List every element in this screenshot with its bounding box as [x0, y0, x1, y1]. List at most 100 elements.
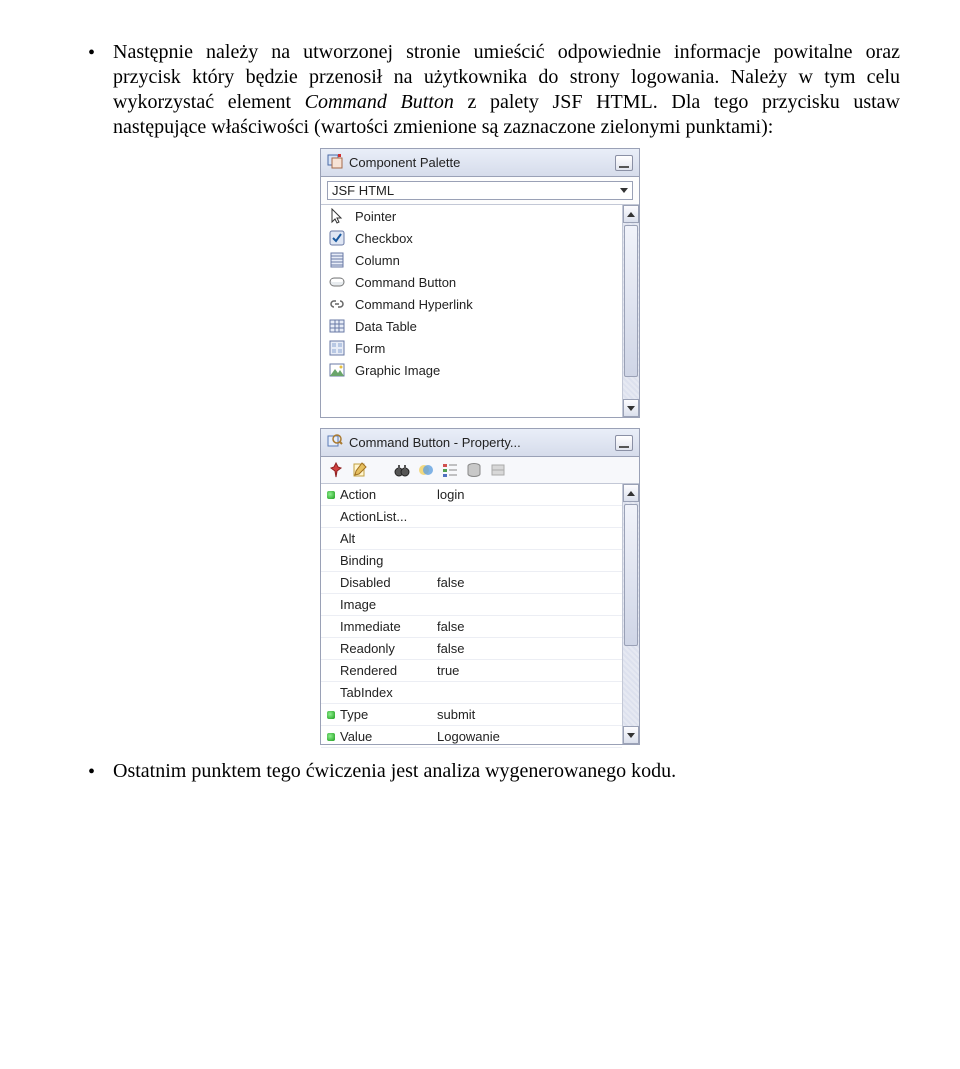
image-icon: [329, 362, 345, 378]
property-name-label: Value: [340, 729, 372, 744]
database-icon[interactable]: [465, 461, 483, 479]
marker-placeholder: [327, 579, 335, 587]
bullet-marker: •: [88, 40, 95, 66]
property-value-cell[interactable]: true: [431, 660, 622, 682]
palette-item-label: Column: [355, 253, 400, 268]
marker-placeholder: [327, 513, 335, 521]
scroll-down-button[interactable]: [623, 726, 639, 744]
minimize-icon[interactable]: [615, 155, 633, 171]
button-icon: [329, 274, 345, 290]
property-inspector-panel: Command Button - Property... Actionlogin…: [320, 428, 640, 745]
palette-category-dropdown[interactable]: JSF HTML: [327, 181, 633, 200]
property-value-cell[interactable]: [431, 682, 622, 704]
property-name-label: Image: [340, 597, 376, 612]
palette-titlebar[interactable]: Component Palette: [321, 149, 639, 177]
property-value-cell[interactable]: false: [431, 572, 622, 594]
palette-item-checkbox[interactable]: Checkbox: [321, 227, 622, 249]
property-name-label: Readonly: [340, 641, 395, 656]
property-name-cell[interactable]: Type: [321, 704, 431, 726]
palette-list: Pointer Checkbox Column Command Button C…: [321, 205, 622, 417]
changed-marker-icon: [327, 491, 335, 499]
property-name-cell[interactable]: Action: [321, 484, 431, 506]
bullet-point-1: • Następnie należy na utworzonej stronie…: [60, 40, 900, 140]
palette-item-label: Checkbox: [355, 231, 413, 246]
property-name-cell[interactable]: Disabled: [321, 572, 431, 594]
arrow-up-icon: [627, 491, 635, 496]
changed-marker-icon: [327, 711, 335, 719]
scroll-up-button[interactable]: [623, 205, 639, 223]
property-titlebar[interactable]: Command Button - Property...: [321, 429, 639, 457]
palette-item-command-button[interactable]: Command Button: [321, 271, 622, 293]
palette-category-row: JSF HTML: [321, 177, 639, 205]
bullet-marker: •: [88, 759, 95, 785]
binoculars-icon[interactable]: [393, 461, 411, 479]
palette-item-column[interactable]: Column: [321, 249, 622, 271]
property-value-cell[interactable]: [431, 550, 622, 572]
paragraph-1: Następnie należy na utworzonej stronie u…: [113, 40, 900, 140]
freeze-icon[interactable]: [489, 461, 507, 479]
scroll-track[interactable]: [623, 223, 639, 399]
toolbar-separator: [375, 461, 387, 479]
palette-scrollbar[interactable]: [622, 205, 639, 417]
property-name-cell[interactable]: Value: [321, 726, 431, 748]
property-value-cell[interactable]: Logowanie: [431, 726, 622, 748]
property-value-cell[interactable]: [431, 528, 622, 550]
property-area: Actionlogin ActionList... Alt Binding Disabl…: [321, 484, 639, 744]
marker-placeholder: [327, 667, 335, 675]
column-icon: [329, 252, 345, 268]
property-name-label: Binding: [340, 553, 383, 568]
scroll-thumb[interactable]: [624, 504, 638, 646]
property-name-cell[interactable]: Readonly: [321, 638, 431, 660]
palette-item-data-table[interactable]: Data Table: [321, 315, 622, 337]
property-value-cell[interactable]: [431, 594, 622, 616]
palette-item-graphic-image[interactable]: Graphic Image: [321, 359, 622, 381]
property-name-label: Disabled: [340, 575, 391, 590]
marker-placeholder: [327, 557, 335, 565]
property-value-cell[interactable]: login: [431, 484, 622, 506]
palette-icon: [327, 153, 343, 172]
paragraph-2: Ostatnim punktem tego ćwiczenia jest ana…: [113, 759, 676, 784]
property-value-cell[interactable]: false: [431, 616, 622, 638]
property-scrollbar[interactable]: [622, 484, 639, 744]
property-name-cell[interactable]: Image: [321, 594, 431, 616]
chevron-down-icon: [620, 188, 628, 193]
marker-placeholder: [327, 689, 335, 697]
edit-icon[interactable]: [351, 461, 369, 479]
palette-list-area: Pointer Checkbox Column Command Button C…: [321, 205, 639, 417]
minimize-icon[interactable]: [615, 435, 633, 451]
union-icon[interactable]: [417, 461, 435, 479]
property-name-cell[interactable]: Binding: [321, 550, 431, 572]
property-toolbar: [321, 457, 639, 484]
property-name-cell[interactable]: Alt: [321, 528, 431, 550]
palette-category-value: JSF HTML: [332, 183, 394, 198]
palette-item-form[interactable]: Form: [321, 337, 622, 359]
palette-title: Component Palette: [349, 155, 609, 170]
property-name-cell[interactable]: ActionList...: [321, 506, 431, 528]
pin-icon[interactable]: [327, 461, 345, 479]
ide-panels: Component Palette JSF HTML Pointer Check…: [320, 148, 640, 745]
property-name-label: Immediate: [340, 619, 401, 634]
checkbox-icon: [329, 230, 345, 246]
scroll-up-button[interactable]: [623, 484, 639, 502]
marker-placeholder: [327, 623, 335, 631]
categorize-icon[interactable]: [441, 461, 459, 479]
property-name-cell[interactable]: TabIndex: [321, 682, 431, 704]
palette-item-command-hyperlink[interactable]: Command Hyperlink: [321, 293, 622, 315]
property-name-label: ActionList...: [340, 509, 407, 524]
table-icon: [329, 318, 345, 334]
property-value-cell[interactable]: [431, 506, 622, 528]
inspector-icon: [327, 433, 343, 452]
scroll-down-button[interactable]: [623, 399, 639, 417]
property-value-cell[interactable]: false: [431, 638, 622, 660]
property-name-label: Rendered: [340, 663, 397, 678]
property-value-cell[interactable]: submit: [431, 704, 622, 726]
property-table: Actionlogin ActionList... Alt Binding Disabl…: [321, 484, 622, 744]
property-name-cell[interactable]: Immediate: [321, 616, 431, 638]
component-palette-panel: Component Palette JSF HTML Pointer Check…: [320, 148, 640, 418]
scroll-thumb[interactable]: [624, 225, 638, 377]
scroll-track[interactable]: [623, 502, 639, 726]
palette-item-pointer[interactable]: Pointer: [321, 205, 622, 227]
property-name-cell[interactable]: Rendered: [321, 660, 431, 682]
form-icon: [329, 340, 345, 356]
palette-item-label: Command Hyperlink: [355, 297, 473, 312]
